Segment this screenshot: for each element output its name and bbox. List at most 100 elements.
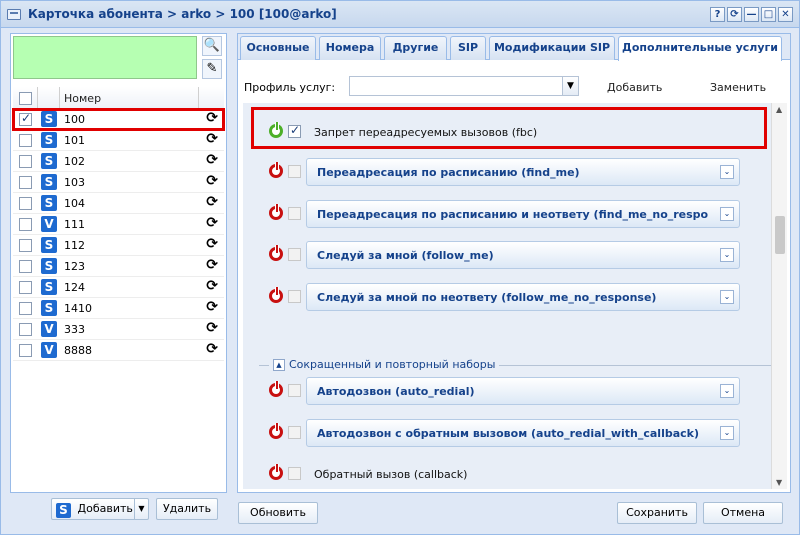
reset-icon[interactable]: ⟳ — [206, 131, 218, 147]
table-row[interactable]: S 1410 ⟳ — [13, 298, 224, 319]
expand-icon[interactable]: ⌄ — [720, 248, 734, 262]
power-icon[interactable] — [269, 204, 283, 220]
scroll-up-icon[interactable]: ▲ — [776, 105, 782, 114]
line-type-icon: V — [41, 342, 57, 358]
row-checkbox[interactable] — [19, 281, 32, 294]
service-checkbox[interactable] — [288, 248, 301, 261]
reset-icon[interactable]: ⟳ — [206, 341, 218, 357]
table-row[interactable]: S 102 ⟳ — [13, 151, 224, 172]
collapse-icon[interactable]: ▲ — [273, 358, 285, 371]
delete-number-button[interactable]: Удалить — [156, 498, 218, 520]
expand-icon[interactable]: ⌄ — [720, 165, 734, 179]
chevron-down-icon[interactable]: ▼ — [562, 77, 578, 95]
reset-icon[interactable]: ⟳ — [206, 278, 218, 294]
table-row[interactable]: S 124 ⟳ — [13, 277, 224, 298]
numbers-grid: Номер S 100 ⟳ S 101 ⟳ S 102 ⟳ S 103 ⟳ S 104 ⟳ V 111 ⟳ S 112… — [12, 87, 225, 361]
power-icon[interactable] — [269, 287, 283, 303]
service-checkbox[interactable] — [288, 467, 301, 480]
profile-add-link[interactable]: Добавить — [607, 81, 662, 94]
service-label: Обратный вызов (callback) — [314, 468, 468, 481]
table-row[interactable]: V 111 ⟳ — [13, 214, 224, 235]
service-checkbox[interactable] — [288, 207, 301, 220]
tab-other[interactable]: Другие — [384, 36, 447, 60]
chevron-down-icon[interactable]: ▼ — [134, 499, 148, 519]
service-expander[interactable]: Автодозвон (auto_redial) ⌄ — [306, 377, 740, 405]
row-checkbox[interactable] — [19, 323, 32, 336]
close-icon[interactable]: ✕ — [778, 7, 793, 22]
row-checkbox[interactable] — [19, 344, 32, 357]
row-checkbox[interactable] — [19, 302, 32, 315]
service-checkbox[interactable] — [288, 426, 301, 439]
search-icon[interactable]: 🔍 — [202, 36, 222, 56]
power-icon[interactable] — [269, 423, 283, 439]
reset-icon[interactable]: ⟳ — [206, 320, 218, 336]
refresh-icon[interactable]: ⟳ — [727, 7, 742, 22]
row-checkbox[interactable] — [19, 134, 32, 147]
title-bar[interactable]: Карточка абонента > arko > 100 [100@arko… — [1, 1, 799, 28]
reset-icon[interactable]: ⟳ — [206, 236, 218, 252]
service-expander[interactable]: Следуй за мной (follow_me) ⌄ — [306, 241, 740, 269]
vertical-scrollbar[interactable]: ▲ ▼ — [771, 103, 787, 489]
table-row[interactable]: S 100 ⟳ — [12, 108, 225, 131]
service-checkbox[interactable] — [288, 290, 301, 303]
cancel-button[interactable]: Отмена — [703, 502, 783, 524]
tab-sip-modifications[interactable]: Модификации SIP — [489, 36, 615, 60]
expand-icon[interactable]: ⌄ — [720, 207, 734, 221]
add-number-button[interactable]: S Добавить ▼ — [51, 498, 149, 520]
reset-icon[interactable]: ⟳ — [206, 152, 218, 168]
power-icon[interactable] — [269, 381, 283, 397]
row-checkbox[interactable] — [19, 176, 32, 189]
pencil-icon[interactable]: ✎ — [202, 59, 222, 79]
table-row[interactable]: S 123 ⟳ — [13, 256, 224, 277]
row-checkbox[interactable] — [19, 197, 32, 210]
reset-icon[interactable]: ⟳ — [206, 173, 218, 189]
service-expander[interactable]: Переадресация по расписанию и неответу (… — [306, 200, 740, 228]
save-button[interactable]: Сохранить — [617, 502, 697, 524]
reset-icon[interactable]: ⟳ — [206, 257, 218, 273]
expand-icon[interactable]: ⌄ — [720, 426, 734, 440]
service-expander[interactable]: Следуй за мной по неответу (follow_me_no… — [306, 283, 740, 311]
table-row[interactable]: S 101 ⟳ — [13, 130, 224, 151]
services-scroll-area[interactable]: ▲ Сокращенный и повторный наборы Запрет … — [243, 103, 787, 489]
row-checkbox[interactable] — [19, 155, 32, 168]
row-checkbox[interactable] — [19, 260, 32, 273]
tab-sip[interactable]: SIP — [450, 36, 486, 60]
row-checkbox[interactable] — [19, 218, 32, 231]
add-button-label: Добавить — [77, 502, 133, 515]
minimize-icon[interactable]: — — [744, 7, 759, 22]
service-item: Переадресация по расписанию и неответу (… — [243, 197, 771, 237]
reset-icon[interactable]: ⟳ — [206, 215, 218, 231]
table-row[interactable]: S 112 ⟳ — [13, 235, 224, 256]
power-icon[interactable] — [269, 245, 283, 261]
service-checkbox[interactable] — [288, 384, 301, 397]
scrollbar-thumb[interactable] — [775, 216, 785, 254]
scroll-down-icon[interactable]: ▼ — [776, 478, 782, 487]
table-row[interactable]: V 8888 ⟳ — [13, 340, 224, 361]
row-number: 104 — [64, 197, 85, 210]
reset-icon[interactable]: ⟳ — [206, 194, 218, 210]
reset-icon[interactable]: ⟳ — [206, 299, 218, 315]
expand-icon[interactable]: ⌄ — [720, 384, 734, 398]
maximize-icon[interactable]: □ — [761, 7, 776, 22]
tab-additional-services[interactable]: Дополнительные услуги — [618, 36, 782, 61]
reset-icon[interactable]: ⟳ — [206, 110, 218, 126]
expand-icon[interactable]: ⌄ — [720, 290, 734, 304]
refresh-button[interactable]: Обновить — [238, 502, 318, 524]
profile-replace-link[interactable]: Заменить — [710, 81, 766, 94]
profile-select[interactable]: ▼ — [349, 76, 579, 96]
table-row[interactable]: S 104 ⟳ — [13, 193, 224, 214]
service-expander[interactable]: Переадресация по расписанию (find_me) ⌄ — [306, 158, 740, 186]
row-checkbox[interactable] — [19, 111, 32, 126]
service-expander[interactable]: Автодозвон с обратным вызовом (auto_redi… — [306, 419, 740, 447]
table-row[interactable]: V 333 ⟳ — [13, 319, 224, 340]
power-icon[interactable] — [269, 464, 283, 480]
tab-main[interactable]: Основные — [240, 36, 316, 60]
help-icon[interactable]: ? — [710, 7, 725, 22]
table-row[interactable]: S 103 ⟳ — [13, 172, 224, 193]
tab-numbers[interactable]: Номера — [319, 36, 381, 60]
select-all-checkbox[interactable] — [19, 92, 32, 105]
subscriber-card-window: Карточка абонента > arko > 100 [100@arko… — [0, 0, 800, 535]
service-checkbox[interactable] — [288, 165, 301, 178]
power-icon[interactable] — [269, 162, 283, 178]
row-checkbox[interactable] — [19, 239, 32, 252]
